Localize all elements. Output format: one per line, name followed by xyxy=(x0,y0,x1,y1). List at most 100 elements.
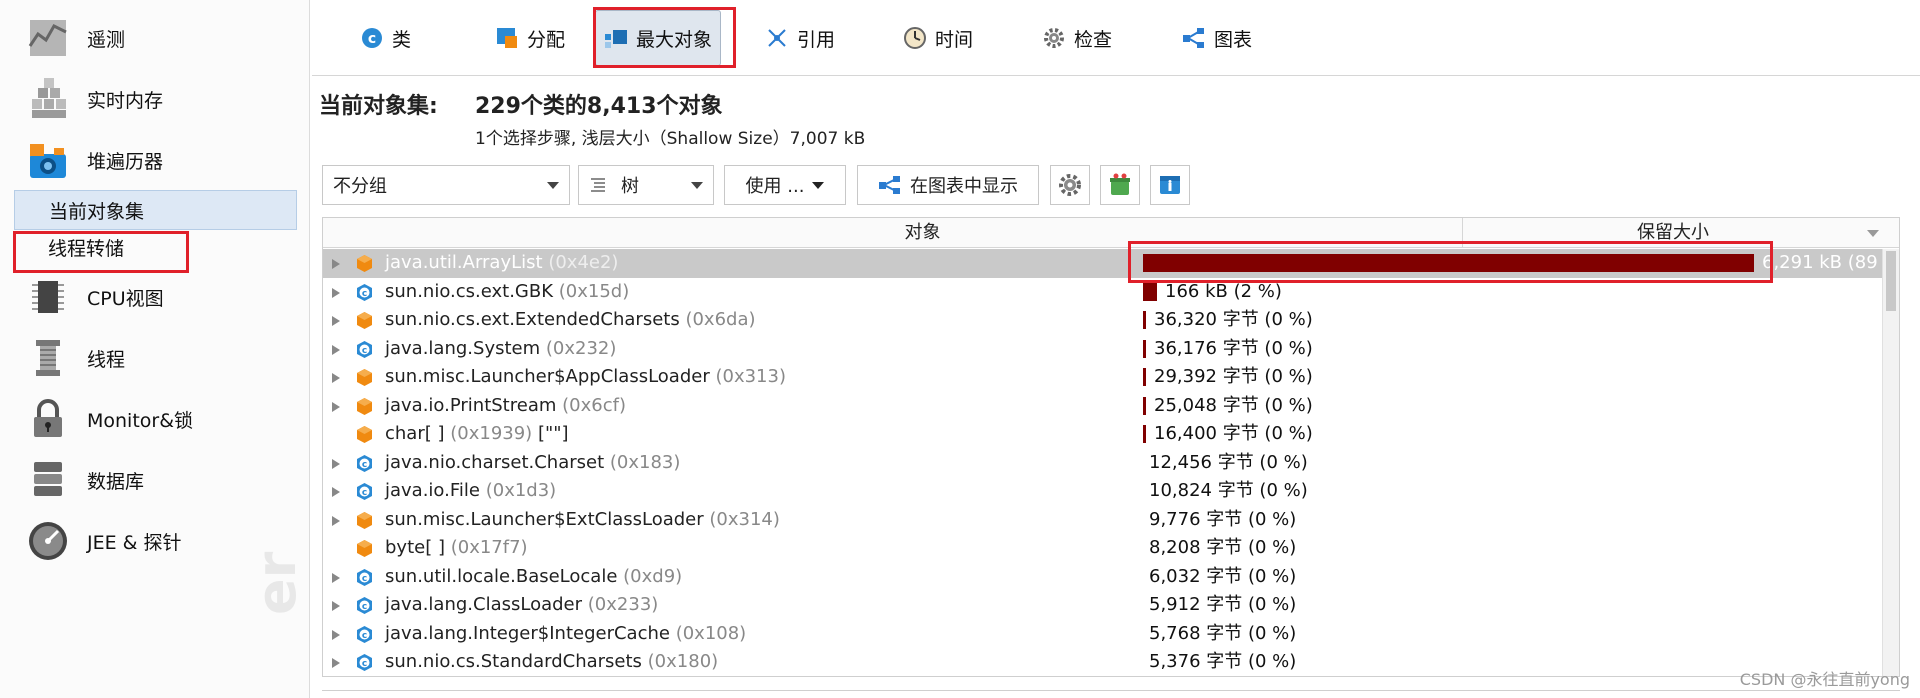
object-name: java.io.PrintStream (0x6cf) xyxy=(385,392,626,421)
tab-graph[interactable]: 图表 xyxy=(1174,10,1260,66)
vertical-scrollbar[interactable] xyxy=(1882,249,1899,676)
class-icon: c xyxy=(355,596,374,615)
settings-button[interactable] xyxy=(1050,165,1090,205)
expand-arrow-icon[interactable] xyxy=(332,658,340,668)
table-row[interactable]: c java.lang.System (0x232) 36,176 字节 (0 %) xyxy=(323,335,1883,364)
sort-descending-icon[interactable] xyxy=(1867,230,1879,237)
show-in-graph-button[interactable]: 在图表中显示 xyxy=(857,165,1039,205)
expand-arrow-icon[interactable] xyxy=(332,572,340,583)
svg-text:c: c xyxy=(368,31,376,47)
expand-arrow-icon[interactable] xyxy=(332,515,340,526)
garbage-can-icon xyxy=(1110,173,1130,195)
tab-references[interactable]: 引用 xyxy=(757,10,843,66)
sidebar-item-label: 数据库 xyxy=(87,470,145,493)
lock-icon xyxy=(26,397,70,441)
info-button[interactable] xyxy=(1150,165,1190,205)
tab-label: 类 xyxy=(392,28,412,51)
table-row[interactable]: c sun.nio.cs.StandardCharsets (0x180) 5,37… xyxy=(323,648,1883,676)
table-row[interactable]: sun.misc.Launcher$ExtClassLoader (0x314)… xyxy=(323,506,1883,535)
expand-arrow-icon[interactable] xyxy=(332,601,340,611)
view-mode-select[interactable]: 树 xyxy=(578,165,714,205)
svg-text:c: c xyxy=(362,488,367,498)
object-address: (0x1d3) xyxy=(485,480,557,501)
object-name: java.util.ArrayList (0x4e2) xyxy=(385,249,618,278)
table-row[interactable]: sun.nio.cs.ext.ExtendedCharsets (0x6da) 3… xyxy=(323,306,1883,335)
table-row[interactable]: sun.misc.Launcher$AppClassLoader (0x313)… xyxy=(323,363,1883,392)
sidebar-item-telemetry[interactable]: 遥测 xyxy=(0,8,310,68)
annotation-highlight-box xyxy=(593,7,736,68)
live-memory-icon xyxy=(26,77,70,121)
expand-arrow-icon[interactable] xyxy=(332,458,340,469)
sidebar-item-lock[interactable]: Monitor&锁 xyxy=(0,389,310,449)
object-address: (0x233) xyxy=(587,594,659,615)
object-name: sun.misc.Launcher$AppClassLoader (0x313) xyxy=(385,363,786,392)
grouping-select[interactable]: 不分组 xyxy=(322,165,570,205)
object-class-name: sun.util.locale.BaseLocale xyxy=(385,565,618,587)
retained-size-bar xyxy=(1143,368,1146,386)
table-row[interactable]: c java.lang.ClassLoader (0x233) 5,912 字节 (… xyxy=(323,591,1883,620)
sidebar-subitem-label: 当前对象集 xyxy=(49,200,145,223)
sidebar-item-label: 线程 xyxy=(87,348,126,371)
sidebar-watermark: er xyxy=(245,551,308,615)
object-name: char[ ] (0x1939) [""] xyxy=(385,420,569,449)
show-in-graph-label: 在图表中显示 xyxy=(910,176,1018,197)
tab-class[interactable]: c类 xyxy=(352,10,419,66)
object-address: (0x180) xyxy=(647,651,719,672)
sidebar-item-threads[interactable]: 线程 xyxy=(0,328,310,388)
object-class-name: java.lang.System xyxy=(385,337,541,359)
class-icon: c xyxy=(355,283,374,302)
table-row[interactable]: c java.lang.Integer$IntegerCache (0x108) 5… xyxy=(323,620,1883,649)
expand-arrow-icon[interactable] xyxy=(332,487,340,497)
sidebar-item-label: Monitor&锁 xyxy=(87,409,194,432)
sidebar-subitem-0[interactable]: 当前对象集 xyxy=(14,190,297,230)
annotation-highlight-box xyxy=(1128,241,1773,283)
biggest-objects-table: 对象 保留大小 java.util.ArrayList (0x4e2) 6,291… xyxy=(322,217,1900,677)
object-name: java.nio.charset.Charset (0x183) xyxy=(385,449,680,478)
class-icon: c xyxy=(355,482,374,501)
expand-arrow-icon[interactable] xyxy=(332,373,340,383)
expand-arrow-icon[interactable] xyxy=(332,259,340,269)
expand-arrow-icon[interactable] xyxy=(332,287,340,298)
sidebar-item-cpu[interactable]: CPU视图 xyxy=(0,267,310,327)
object-class-name: java.nio.charset.Charset xyxy=(385,451,605,473)
expand-arrow-icon[interactable] xyxy=(332,629,340,640)
use-button[interactable]: 使用 ... xyxy=(724,165,846,205)
sidebar-item-heap-walker[interactable]: 堆遍历器 xyxy=(0,130,310,190)
object-address: (0x232) xyxy=(545,337,617,359)
expand-arrow-icon[interactable] xyxy=(332,401,340,412)
table-body: java.util.ArrayList (0x4e2) 6,291 kB (89 … xyxy=(323,249,1899,676)
sidebar-item-label: JEE & 探针 xyxy=(87,531,182,554)
object-address: (0x108) xyxy=(675,622,747,644)
table-row[interactable]: c sun.util.locale.BaseLocale (0xd9) 6,032 … xyxy=(323,563,1883,592)
info-icon xyxy=(1160,176,1180,194)
sidebar-item-database[interactable]: 数据库 xyxy=(0,450,310,510)
triangle-down-icon xyxy=(812,181,825,189)
retained-size-value: 5,376 字节 (0 %) xyxy=(1149,651,1297,672)
use-button-label: 使用 ... xyxy=(745,176,805,197)
expand-arrow-icon[interactable] xyxy=(332,344,340,355)
table-row[interactable]: byte[ ] (0x17f7) 8,208 字节 (0 %) xyxy=(323,534,1883,563)
tab-inspection[interactable]: 检查 xyxy=(1034,10,1120,66)
object-icon xyxy=(355,254,374,273)
expand-arrow-icon[interactable] xyxy=(332,316,340,326)
garbage-collect-button[interactable] xyxy=(1100,165,1140,205)
tab-allocation[interactable]: 分配 xyxy=(487,10,573,66)
table-row[interactable]: java.io.PrintStream (0x6cf) 25,048 字节 (0 … xyxy=(323,392,1883,421)
object-address: (0x6da) xyxy=(685,309,756,330)
object-icon xyxy=(355,368,374,387)
graph-icon xyxy=(879,176,900,194)
tab-time[interactable]: 时间 xyxy=(895,10,981,66)
retained-size-value: 25,048 字节 (0 %) xyxy=(1154,394,1313,416)
object-class-name: sun.misc.Launcher$AppClassLoader xyxy=(385,366,710,387)
table-row[interactable]: c java.nio.charset.Charset (0x183) 12,456 … xyxy=(323,449,1883,478)
sidebar-item-live-memory[interactable]: 实时内存 xyxy=(0,69,310,129)
object-name: sun.nio.cs.StandardCharsets (0x180) xyxy=(385,648,719,676)
object-class-name: java.util.ArrayList xyxy=(385,252,543,273)
table-row[interactable]: char[ ] (0x1939) [""] 16,400 字节 (0 %) xyxy=(323,420,1883,449)
scrollbar-thumb[interactable] xyxy=(1886,251,1896,311)
object-address: (0x17f7) xyxy=(450,537,528,558)
tab-label: 检查 xyxy=(1074,28,1113,51)
object-icon xyxy=(355,425,374,444)
sidebar-item-label: 堆遍历器 xyxy=(87,150,164,173)
table-row[interactable]: c java.io.File (0x1d3) 10,824 字节 (0 %) xyxy=(323,477,1883,506)
